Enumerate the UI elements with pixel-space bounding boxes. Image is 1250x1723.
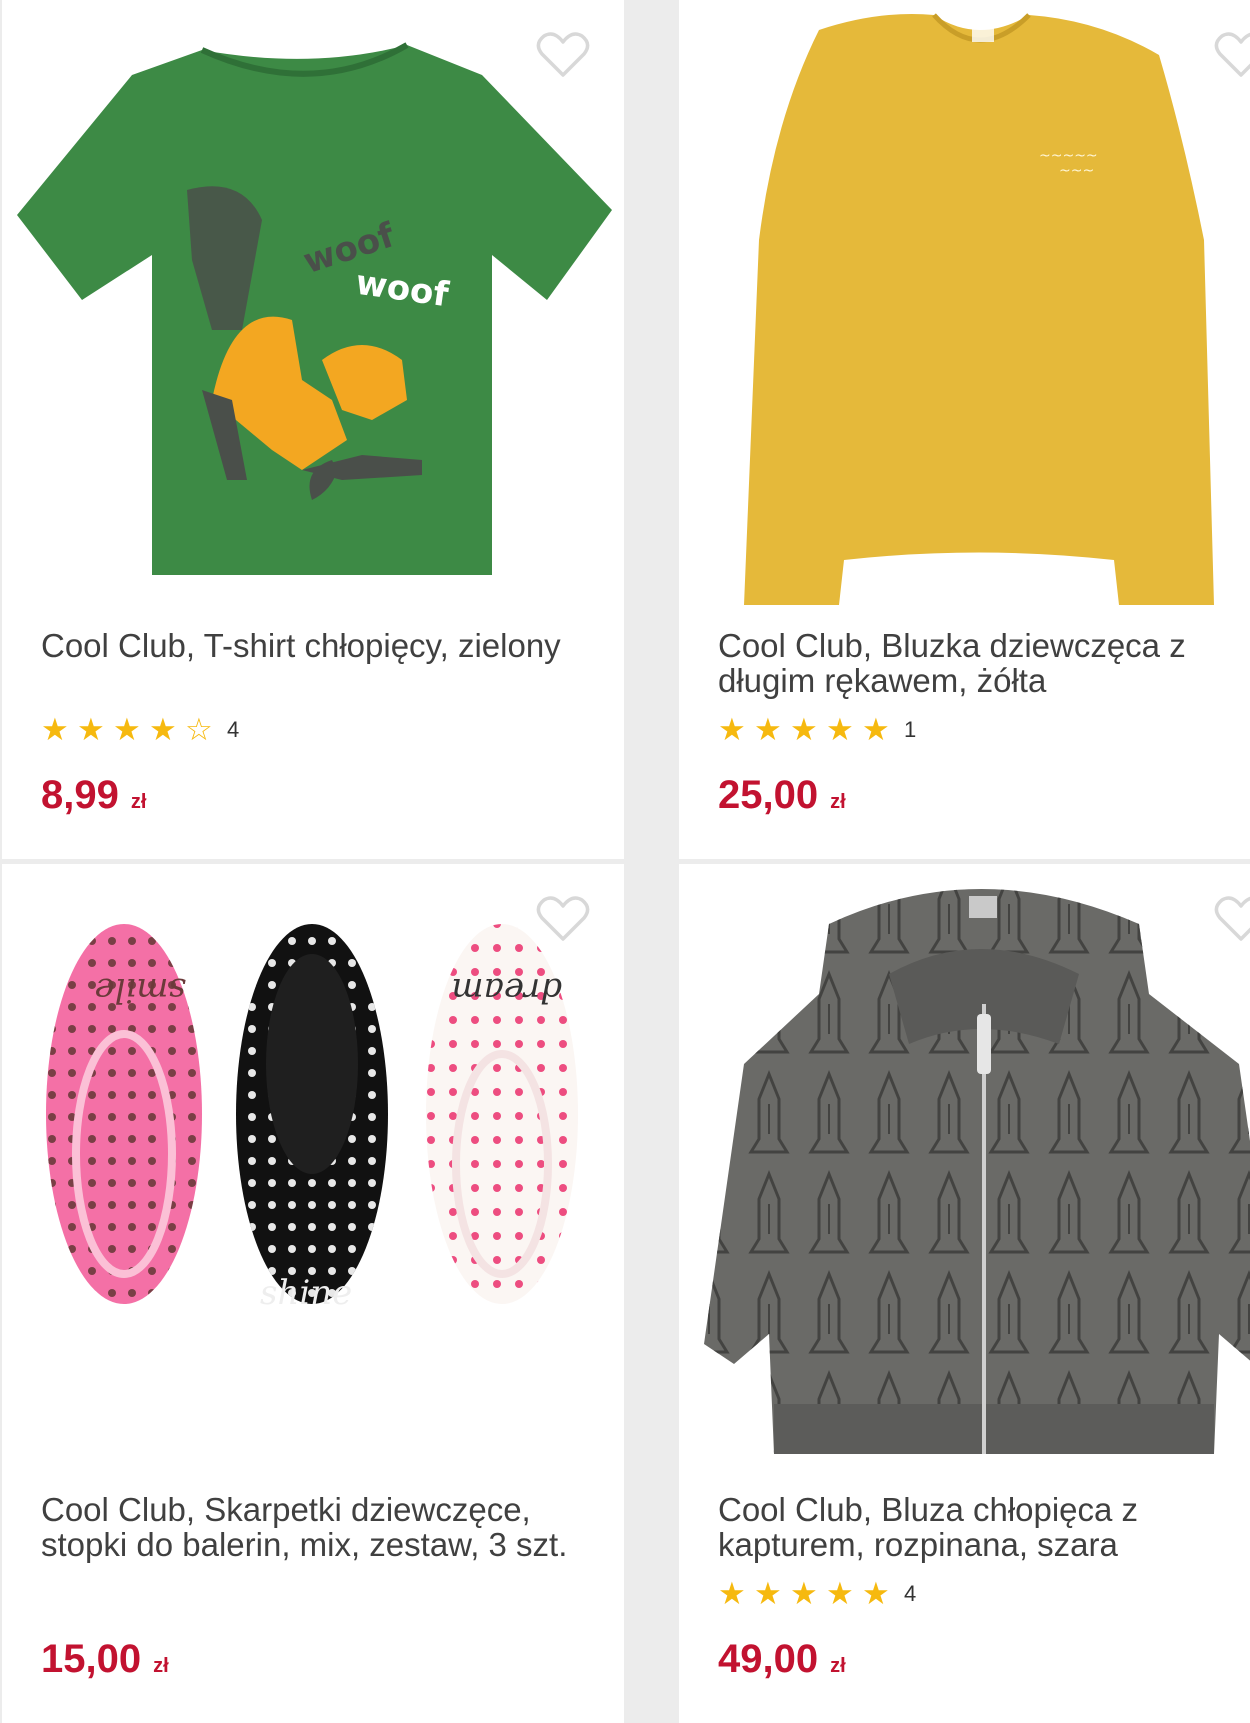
svg-text:~~~: ~~~ <box>1059 163 1094 179</box>
rating-count: 4 <box>904 1581 917 1606</box>
star-icon: ★ <box>754 1576 782 1611</box>
green-tshirt-image: woof woof <box>17 42 612 575</box>
wishlist-heart-icon[interactable] <box>536 894 590 944</box>
sock-text-shine: shine <box>260 1273 352 1313</box>
price-value: 49,00 <box>718 1637 819 1681</box>
star-icon: ★ <box>718 712 746 747</box>
price-currency: zł <box>153 1655 169 1677</box>
star-icon: ★ <box>790 1576 818 1611</box>
wishlist-heart-icon[interactable] <box>1214 894 1250 944</box>
product-title[interactable]: Cool Club, Skarpetki dziewczęce, stopki … <box>41 1492 601 1562</box>
product-price: 25,00 zł <box>718 770 846 827</box>
star-icon: ★ <box>113 712 141 747</box>
star-outline-icon: ☆ <box>185 712 213 747</box>
product-price: 8,99 zł <box>41 770 146 827</box>
price-value: 15,00 <box>41 1637 142 1681</box>
wishlist-heart-icon[interactable] <box>536 30 590 80</box>
star-icon: ★ <box>149 712 177 747</box>
price-currency: zł <box>830 791 846 813</box>
star-icon: ★ <box>754 712 782 747</box>
product-title[interactable]: Cool Club, Bluza chłopięca z kapturem, r… <box>718 1492 1188 1562</box>
product-image-yellow-top[interactable]: ~~~~~ ~~~ <box>679 0 1250 610</box>
svg-text:~~~~~: ~~~~~ <box>1039 148 1098 164</box>
product-rating: ★ ★ ★ ★ ☆ 4 <box>41 710 239 750</box>
product-grid: woof woof Cool Club, T-shirt chłopięcy, … <box>0 0 1250 1723</box>
star-icon: ★ <box>862 1576 890 1611</box>
sock-text-smile: smile <box>94 970 186 1010</box>
star-icon: ★ <box>718 1576 746 1611</box>
star-icon: ★ <box>41 712 69 747</box>
socks-image: smile shine dream <box>46 924 578 1313</box>
price-currency: zł <box>130 791 147 813</box>
price-value: 25,00 <box>718 773 819 817</box>
product-title[interactable]: Cool Club, T-shirt chłopięcy, zielony <box>41 628 601 663</box>
star-icon: ★ <box>862 712 890 747</box>
product-image-socks[interactable]: smile shine dream <box>2 864 624 1474</box>
price-currency: zł <box>830 1655 846 1677</box>
product-price: 15,00 zł <box>41 1634 169 1691</box>
product-card[interactable]: smile shine dream Cool Club, Skarpetki d… <box>2 864 624 1723</box>
grey-hoodie-image <box>704 889 1250 1454</box>
product-card[interactable]: woof woof Cool Club, T-shirt chłopięcy, … <box>2 0 624 859</box>
product-card[interactable]: Cool Club, Bluza chłopięca z kapturem, r… <box>679 864 1250 1723</box>
product-card[interactable]: ~~~~~ ~~~ Cool Club, Bluzka dziewczęca z… <box>679 0 1250 859</box>
star-icon: ★ <box>790 712 818 747</box>
yellow-top-image: ~~~~~ ~~~ <box>744 13 1214 605</box>
product-rating: ★ ★ ★ ★ ★ 4 <box>718 1574 916 1614</box>
star-icon: ★ <box>77 712 105 747</box>
sock-text-dream: dream <box>451 970 562 1010</box>
rating-count: 1 <box>904 717 917 742</box>
star-icon: ★ <box>826 712 854 747</box>
wishlist-heart-icon[interactable] <box>1214 30 1250 80</box>
star-icon: ★ <box>826 1576 854 1611</box>
price-value: 8,99 <box>41 773 119 817</box>
product-rating: ★ ★ ★ ★ ★ 1 <box>718 710 916 750</box>
rating-count: 4 <box>227 717 240 742</box>
product-image-green-tshirt[interactable]: woof woof <box>2 0 624 610</box>
product-title[interactable]: Cool Club, Bluzka dziewczęca z długim rę… <box>718 628 1188 698</box>
product-price: 49,00 zł <box>718 1634 846 1691</box>
product-image-grey-hoodie[interactable] <box>679 864 1250 1474</box>
